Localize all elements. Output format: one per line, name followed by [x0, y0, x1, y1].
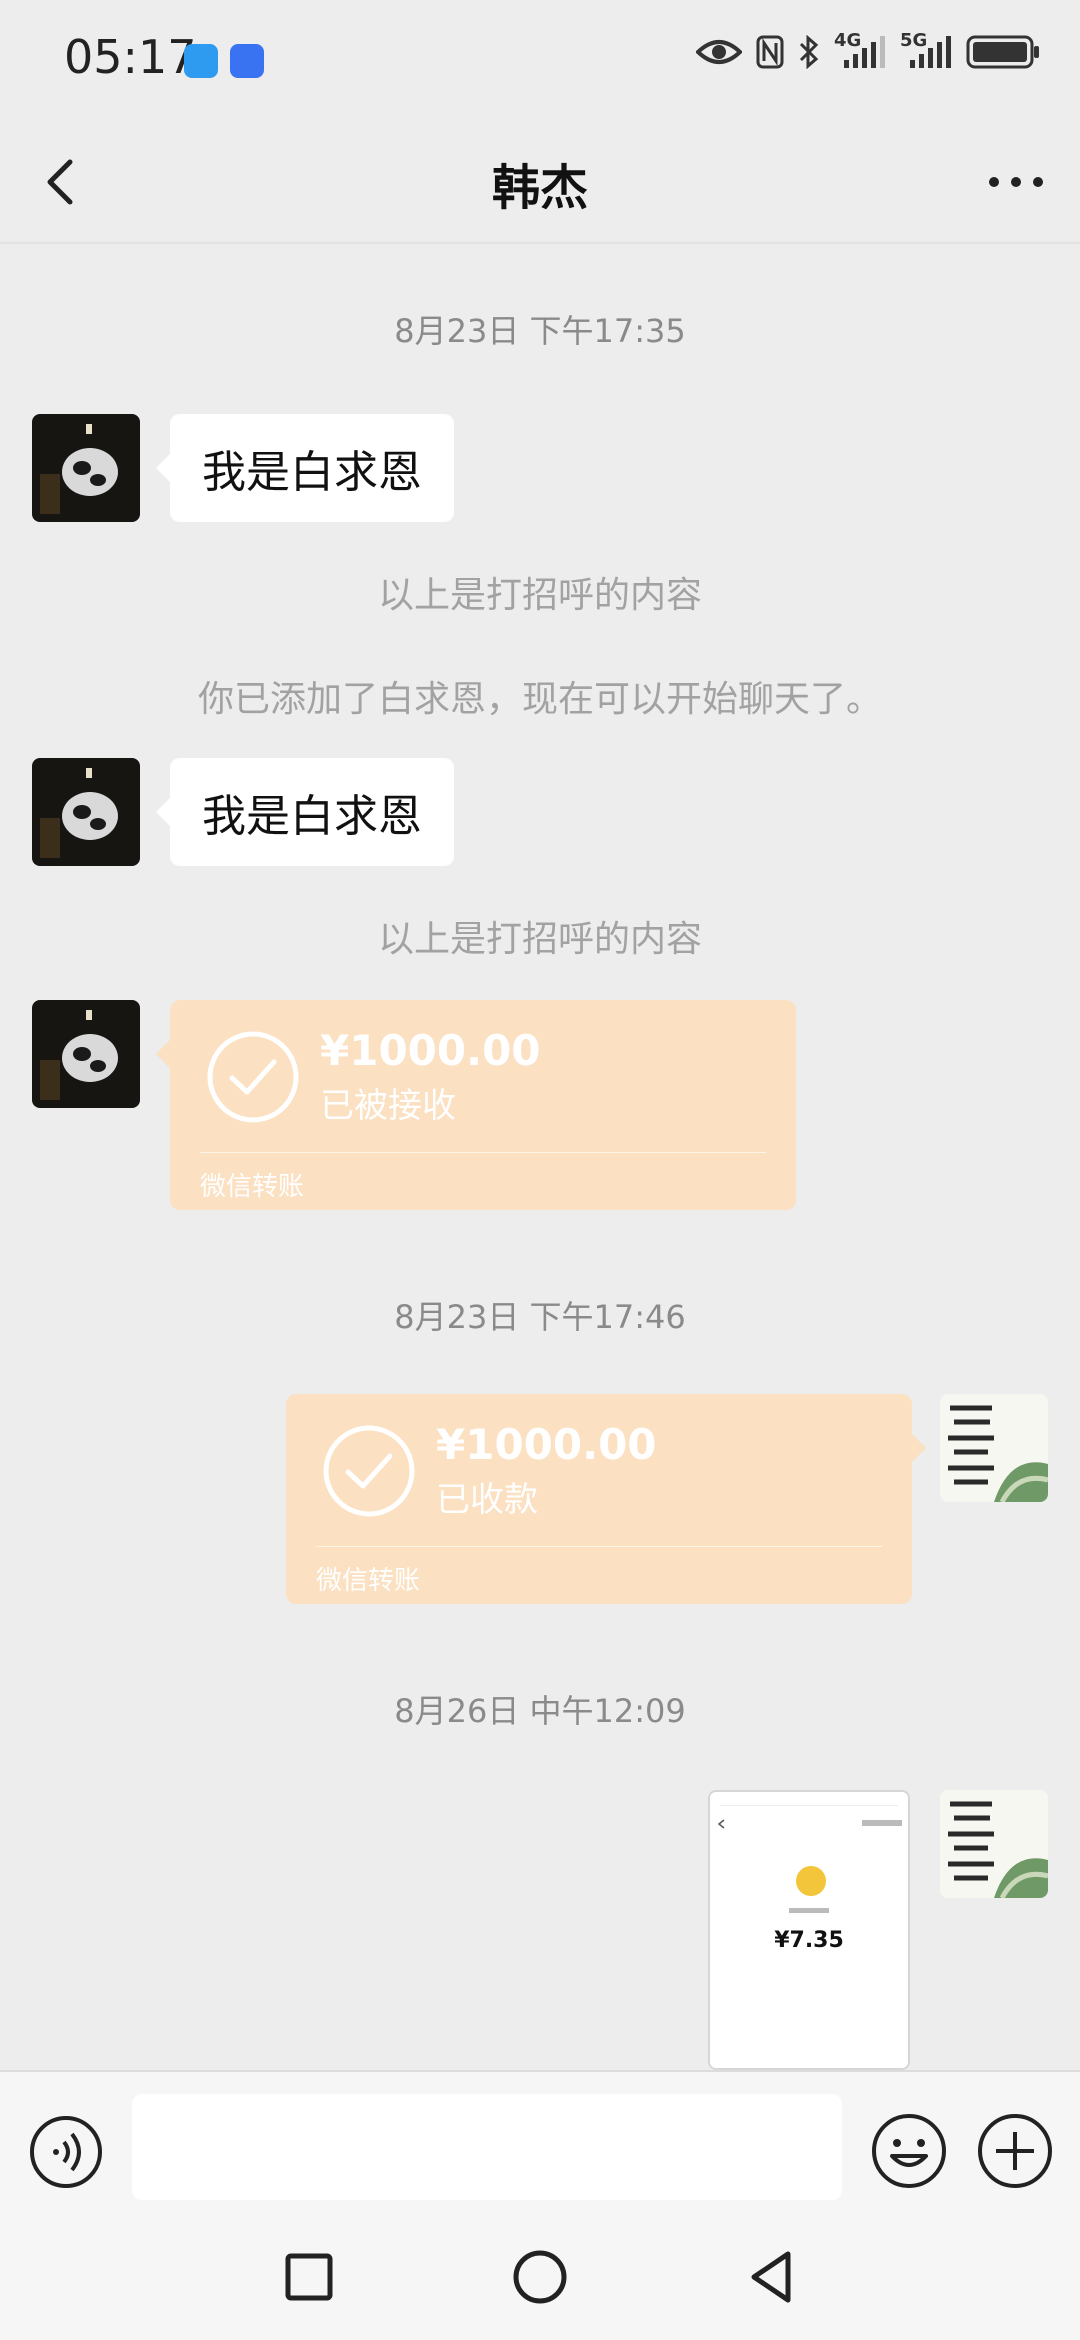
divider	[200, 1152, 766, 1153]
message-bubble[interactable]: 我是白求恩	[156, 758, 454, 866]
message-bubble[interactable]: 我是白求恩	[156, 414, 454, 522]
back-arrow-icon	[717, 1819, 725, 1829]
chat-title: 韩杰	[491, 160, 588, 216]
system-nav-bar	[0, 2220, 1080, 2340]
check-circle-icon	[323, 1425, 415, 1517]
recent-apps-button[interactable]	[274, 2242, 344, 2312]
home-button[interactable]	[505, 2242, 575, 2312]
more-button[interactable]	[976, 150, 1056, 214]
screenshot-header-link	[862, 1820, 902, 1826]
nfc-icon	[756, 35, 784, 69]
system-notice: 以上是打招呼的内容	[377, 575, 702, 616]
voice-input-button[interactable]	[28, 2114, 104, 2190]
transfer-card[interactable]: ¥1000.00 已被接收 微信转账	[156, 1000, 796, 1210]
avatar[interactable]	[32, 414, 140, 522]
status-time: 05:17	[64, 30, 197, 84]
screenshot-status-bar	[720, 1798, 898, 1806]
system-notice: 你已添加了白求恩，现在可以开始聊天了。	[197, 679, 882, 720]
status-bar: 05:17 4G 5G	[0, 0, 1080, 120]
battery-icon	[966, 35, 1039, 69]
nav-back-button[interactable]	[736, 2242, 806, 2312]
timestamp: 8月26日 中午12:09	[394, 1692, 686, 1730]
home-icon	[513, 2250, 567, 2304]
my-avatar[interactable]	[940, 1394, 1048, 1502]
image-message[interactable]: ¥7.35	[708, 1790, 910, 2070]
transfer-amount: ¥1000.00	[320, 1026, 541, 1075]
recent-apps-icon	[285, 2253, 333, 2301]
voice-input-icon	[30, 2116, 102, 2188]
timestamp: 8月23日 下午17:46	[394, 1298, 686, 1336]
emoji-button[interactable]	[870, 2112, 948, 2190]
bluetooth-icon	[799, 35, 819, 69]
eye-icon	[696, 40, 742, 64]
avatar[interactable]	[32, 1000, 140, 1108]
signal-4g-icon: 4G	[834, 30, 886, 70]
divider	[316, 1546, 882, 1547]
screenshot-amount: ¥7.35	[774, 1928, 844, 1953]
timestamp: 8月23日 下午17:35	[394, 312, 686, 350]
transfer-type-label: 微信转账	[316, 1566, 421, 1596]
input-bar	[0, 2070, 1080, 2220]
plus-circle-icon	[978, 2114, 1052, 2188]
back-icon	[751, 2251, 791, 2303]
signal-5g-icon: 5G	[900, 30, 952, 70]
transfer-type-label: 微信转账	[200, 1172, 305, 1202]
more-actions-button[interactable]	[976, 2112, 1054, 2190]
check-circle-icon	[207, 1031, 299, 1123]
transfer-status: 已收款	[436, 1480, 538, 1520]
voice-app-icon	[230, 44, 264, 78]
message-input[interactable]	[132, 2094, 842, 2200]
chat-header: 韩杰	[0, 120, 1080, 244]
emoji-icon	[872, 2114, 946, 2188]
transfer-amount: ¥1000.00	[436, 1420, 657, 1469]
status-icons: 4G 5G	[696, 30, 1040, 70]
more-dots-icon	[989, 177, 1043, 187]
transfer-status: 已被接收	[320, 1086, 456, 1126]
screenshot-caption	[710, 1908, 908, 1913]
transfer-card[interactable]: ¥1000.00 已收款 微信转账	[286, 1394, 926, 1604]
avatar[interactable]	[32, 758, 140, 866]
system-notice: 以上是打招呼的内容	[377, 919, 702, 960]
message-app-icon	[184, 44, 218, 78]
my-avatar[interactable]	[940, 1790, 1048, 1898]
coin-icon	[796, 1866, 826, 1896]
